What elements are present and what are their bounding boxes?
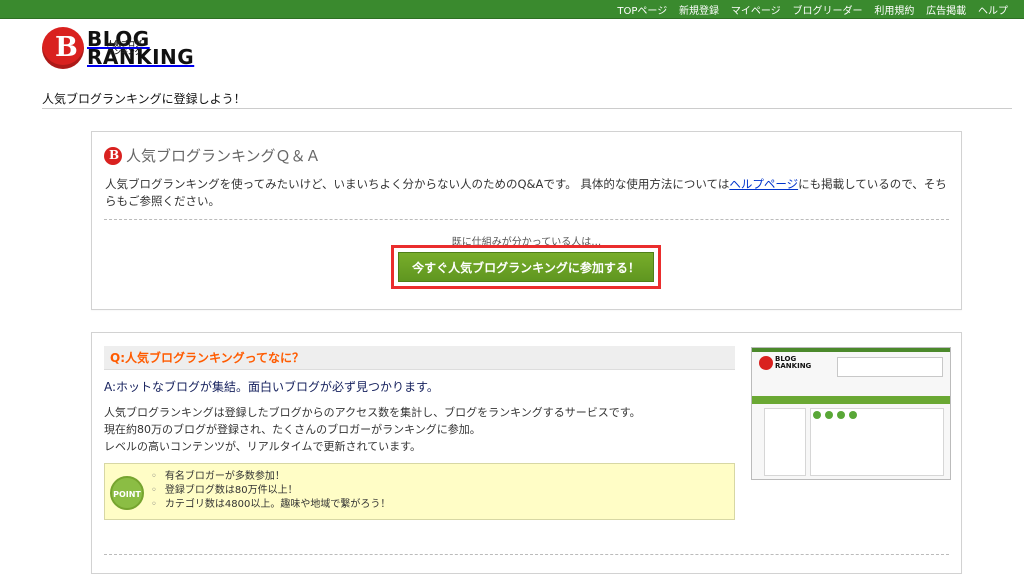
qa-intro-text: 人気ブログランキングを使ってみたいけど、いまいちよく分からない人のためのQ&Aで… <box>105 176 950 210</box>
nav-top-link[interactable]: TOPページ <box>617 6 667 17</box>
site-header: BLOG RANKING 人気ブログランキング <box>0 19 1024 89</box>
dashed-divider <box>104 554 949 555</box>
question-title: Q:人気ブログランキングってなに？ <box>110 351 305 365</box>
point-item: 有名ブロガーが多数参加！ <box>151 470 390 484</box>
question-header: Q:人気ブログランキングってなに？ <box>104 346 735 370</box>
intro-before-link: 人気ブログランキングを使ってみたいけど、いまいちよく分からない人のためのQ&Aで… <box>105 177 730 191</box>
nav-blog-reader-link[interactable]: ブログリーダー <box>793 6 863 17</box>
point-box: POINT 有名ブロガーが多数参加！ 登録ブログ数は80万件以上！ カテゴリ数は… <box>104 463 735 520</box>
blog-ranking-small-logo-icon <box>104 146 122 165</box>
point-list: 有名ブロガーが多数参加！ 登録ブログ数は80万件以上！ カテゴリ数は4800以上… <box>151 470 390 512</box>
description-line: レベルの高いコンテンツが、リアルタイムで更新されています。 <box>104 440 422 453</box>
preview-category-icon <box>849 411 857 419</box>
qa-introduction-panel: 人気ブログランキングＱ＆Ａ 人気ブログランキングを使ってみたいけど、いまいちよく… <box>91 131 962 310</box>
nav-ad-link[interactable]: 広告掲載 <box>926 6 966 17</box>
nav-register-link[interactable]: 新規登録 <box>679 6 719 17</box>
nav-mypage-link[interactable]: マイページ <box>731 6 781 17</box>
preview-category-icon <box>837 411 845 419</box>
answer-heading: A:ホットなブログが集結。面白いブログが必ず見つかります。 <box>104 380 439 394</box>
nav-help-link[interactable]: ヘルプ <box>978 6 1008 17</box>
blog-ranking-logo-icon <box>42 27 84 69</box>
join-ranking-button[interactable]: 今すぐ人気ブログランキングに参加する！ <box>398 252 654 282</box>
preview-top-bar <box>752 348 950 352</box>
preview-logo-text: BLOG RANKING <box>775 355 812 370</box>
top-navigation-bar: TOPページ 新規登録 マイページ ブログリーダー 利用規約 広告掲載 ヘルプ <box>0 0 1024 19</box>
preview-header-banner <box>837 357 943 377</box>
dashed-divider <box>104 219 949 220</box>
page-title: 人気ブログランキングに登録しよう！ <box>42 92 246 106</box>
description-line: 人気ブログランキングは登録したブログからのアクセス数を集計し、ブログをランキング… <box>104 406 641 419</box>
preview-left-column <box>764 408 806 476</box>
qa-title: 人気ブログランキングＱ＆Ａ <box>126 147 321 165</box>
help-page-link[interactable]: ヘルプページ <box>729 177 798 191</box>
what-is-ranking-panel: Q:人気ブログランキングってなに？ A:ホットなブログが集結。面白いブログが必ず… <box>91 332 962 574</box>
page-heading: 人気ブログランキングに登録しよう！ <box>42 90 1012 109</box>
nav-terms-link[interactable]: 利用規約 <box>874 6 914 17</box>
point-item: 登録ブログ数は80万件以上！ <box>151 484 390 498</box>
site-preview-thumbnail: BLOG RANKING <box>751 347 951 480</box>
logo-japanese-text: 人気ブログランキング <box>107 40 142 56</box>
preview-category-icon <box>813 411 821 419</box>
top-navigation: TOPページ 新規登録 マイページ ブログリーダー 利用規約 広告掲載 ヘルプ <box>609 2 1008 17</box>
preview-category-grid <box>810 408 944 476</box>
service-description: 人気ブログランキングは登録したブログからのアクセス数を集計し、ブログをランキング… <box>104 404 724 455</box>
qa-title-area: 人気ブログランキングＱ＆Ａ <box>104 145 321 166</box>
highlight-border: 今すぐ人気ブログランキングに参加する！ <box>391 245 661 289</box>
description-line: 現在約80万のブログが登録され、たくさんのブロガーがランキングに参加。 <box>104 423 481 436</box>
point-badge-icon: POINT <box>110 476 144 510</box>
preview-logo-icon <box>759 356 773 370</box>
point-item: カテゴリ数は4800以上。趣味や地域で繋がろう！ <box>151 498 390 512</box>
preview-green-strip <box>752 396 950 404</box>
preview-category-icon <box>825 411 833 419</box>
